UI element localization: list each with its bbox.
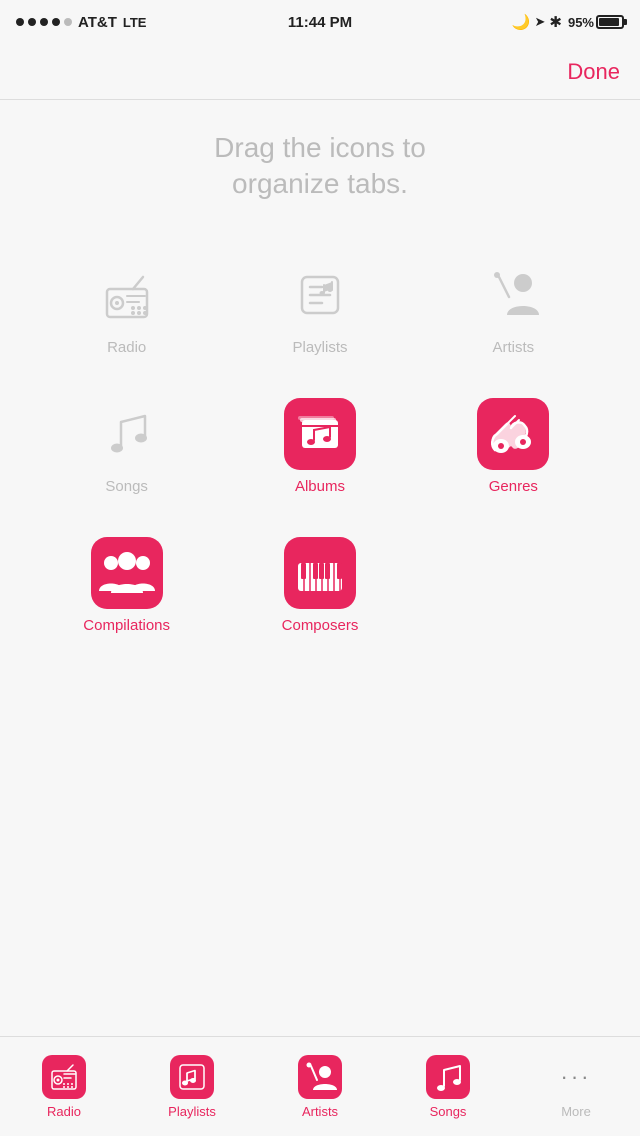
tab-playlists[interactable]: Playlists: [128, 1055, 256, 1119]
carrier-label: AT&T: [78, 14, 117, 31]
moon-icon: 🌙: [512, 13, 531, 31]
tab-songs[interactable]: Songs: [384, 1055, 512, 1119]
grid-item-genres[interactable]: Genres: [417, 382, 610, 511]
icons-grid: Radio Playlists: [20, 243, 620, 650]
albums-icon-box: [284, 398, 356, 470]
done-button[interactable]: Done: [567, 59, 620, 85]
tab-radio[interactable]: Radio: [0, 1055, 128, 1119]
status-left: AT&T LTE: [16, 14, 146, 31]
instruction-text: Drag the icons toorganize tabs.: [20, 130, 620, 203]
time-label: 11:44 PM: [288, 14, 352, 31]
albums-label: Albums: [295, 478, 345, 495]
bluetooth-icon: ✱: [549, 13, 562, 31]
composers-icon-box: [284, 537, 356, 609]
radio-label: Radio: [107, 339, 146, 356]
battery-icon: [596, 15, 624, 29]
grid-item-artists[interactable]: Artists: [417, 243, 610, 372]
status-right: 🌙 ➤ ✱ 95%: [512, 13, 624, 31]
grid-item-albums[interactable]: Albums: [223, 382, 416, 511]
tab-more-icon: ···: [554, 1055, 598, 1099]
playlists-icon-box: [284, 259, 356, 331]
songs-label: Songs: [105, 478, 148, 495]
composers-label: Composers: [282, 617, 359, 634]
tab-playlists-label: Playlists: [168, 1104, 216, 1119]
grid-item-playlists[interactable]: Playlists: [223, 243, 416, 372]
status-bar: AT&T LTE 11:44 PM 🌙 ➤ ✱ 95%: [0, 0, 640, 44]
grid-item-composers[interactable]: Composers: [223, 521, 416, 650]
battery-label: 95%: [568, 15, 594, 30]
genres-label: Genres: [489, 478, 538, 495]
songs-icon-box: [91, 398, 163, 470]
grid-item-compilations[interactable]: Compilations: [30, 521, 223, 650]
genres-icon-box: [477, 398, 549, 470]
tab-more[interactable]: ··· More: [512, 1055, 640, 1119]
radio-icon-box: [91, 259, 163, 331]
grid-item-radio[interactable]: Radio: [30, 243, 223, 372]
nav-bar: Done: [0, 44, 640, 100]
status-icons: 🌙 ➤ ✱: [512, 13, 562, 31]
tab-artists[interactable]: Artists: [256, 1055, 384, 1119]
battery-container: 95%: [568, 15, 624, 30]
tab-songs-icon: [426, 1055, 470, 1099]
artists-icon-box: [477, 259, 549, 331]
tab-artists-icon: [298, 1055, 342, 1099]
compilations-label: Compilations: [83, 617, 170, 634]
main-content: Drag the icons toorganize tabs.: [0, 100, 640, 660]
artists-label: Artists: [492, 339, 534, 356]
signal-dots: [16, 18, 72, 26]
tab-bar: Radio Playlists Artists: [0, 1036, 640, 1136]
network-label: LTE: [123, 15, 147, 30]
tab-songs-label: Songs: [430, 1104, 467, 1119]
tab-artists-label: Artists: [302, 1104, 338, 1119]
tab-more-label: More: [561, 1104, 591, 1119]
tab-radio-label: Radio: [47, 1104, 81, 1119]
grid-item-songs[interactable]: Songs: [30, 382, 223, 511]
more-dots-icon: ···: [561, 1066, 592, 1088]
compilations-icon-box: [91, 537, 163, 609]
location-icon: ➤: [534, 14, 545, 30]
playlists-label: Playlists: [292, 339, 347, 356]
tab-playlists-icon: [170, 1055, 214, 1099]
tab-radio-icon: [42, 1055, 86, 1099]
